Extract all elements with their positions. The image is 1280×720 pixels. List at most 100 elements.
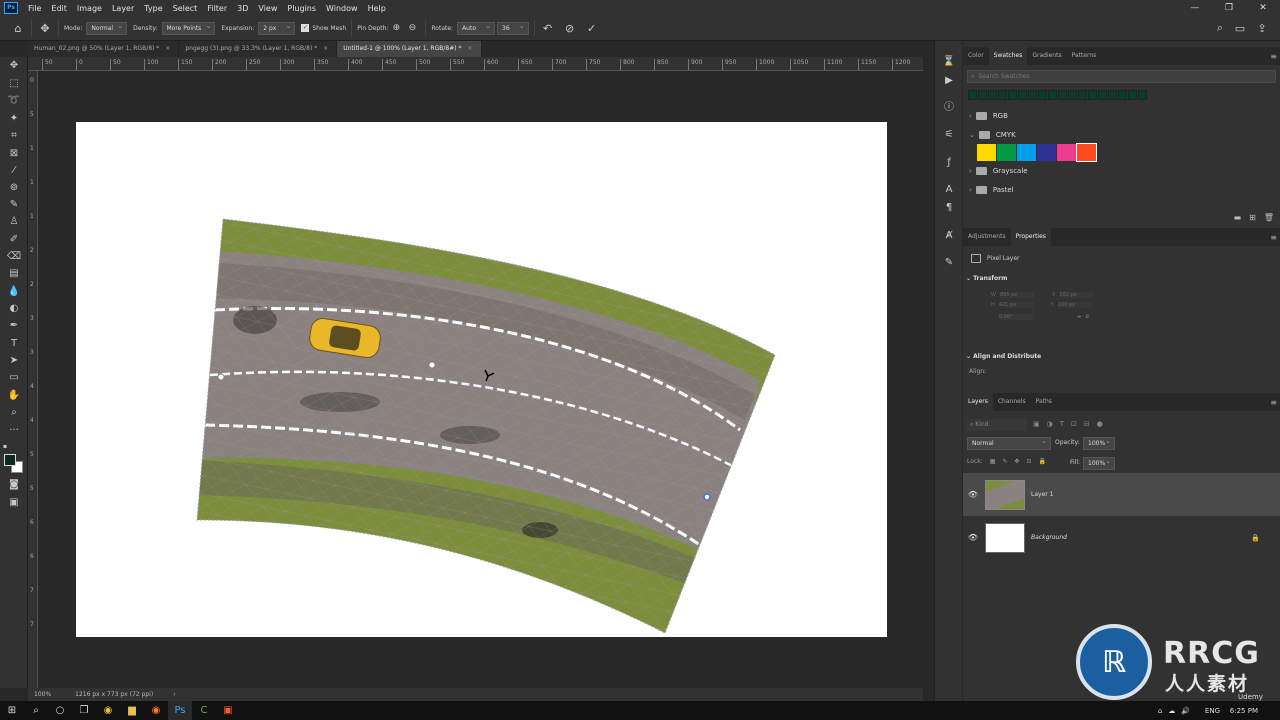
healing-brush-tool-icon[interactable]: ⊚ <box>6 181 22 195</box>
search-icon[interactable]: ⌕ <box>1212 20 1228 36</box>
history-brush-tool-icon[interactable]: ✐ <box>6 233 22 247</box>
share-icon[interactable]: ⇪ <box>1254 20 1270 36</box>
foreground-color-swatch[interactable] <box>4 454 16 466</box>
marquee-tool-icon[interactable]: ⬚ <box>6 77 22 91</box>
recent-swatch[interactable] <box>988 90 997 100</box>
recent-swatch[interactable] <box>1128 90 1137 100</box>
lock-transparent-icon[interactable]: ▦ <box>990 458 996 465</box>
filter-smart-icon[interactable]: ⊟ <box>1084 420 1090 428</box>
network-icon[interactable]: ⌂ <box>1158 707 1162 715</box>
brush-tool-icon[interactable]: ✎ <box>6 198 22 212</box>
menu-3d[interactable]: 3D <box>232 4 253 13</box>
layer-row-background[interactable]: 👁 Background 🔒 <box>963 516 1280 559</box>
tab-close-icon[interactable]: × <box>467 45 472 52</box>
swatch-folder-pastel[interactable]: › Pastel <box>963 180 1280 199</box>
recent-swatch[interactable] <box>1108 90 1117 100</box>
tab-swatches[interactable]: Swatches <box>988 47 1028 65</box>
menu-view[interactable]: View <box>253 4 282 13</box>
rectangle-tool-icon[interactable]: ▭ <box>6 371 22 385</box>
pen-tool-icon[interactable]: ✒ <box>6 319 22 333</box>
recent-swatch[interactable] <box>978 90 987 100</box>
brush-settings-icon[interactable]: ✎ <box>942 256 956 270</box>
recent-swatch[interactable] <box>1008 90 1017 100</box>
zoom-tool-icon[interactable]: ⌕ <box>6 406 22 420</box>
tab-close-icon[interactable]: × <box>165 45 170 52</box>
recent-swatch[interactable] <box>1138 90 1147 100</box>
language-indicator[interactable]: ENG <box>1205 707 1220 715</box>
actions-play-icon[interactable]: ▶ <box>942 74 956 88</box>
show-mesh-checkbox[interactable]: ✓ Show Mesh <box>301 24 346 32</box>
recent-swatch[interactable] <box>1118 90 1127 100</box>
cmyk-swatch[interactable] <box>1076 143 1097 162</box>
cmyk-swatch[interactable] <box>977 144 996 161</box>
tab-untitled-1[interactable]: Untitled-1 @ 100% (Layer 1, RGB/8#) * × <box>337 41 482 57</box>
lock-paint-icon[interactable]: ✎ <box>1002 458 1007 465</box>
tab-paths[interactable]: Paths <box>1031 393 1057 411</box>
recent-swatch[interactable] <box>998 90 1007 100</box>
swatch-folder-rgb[interactable]: › RGB <box>963 106 1280 125</box>
firefox-icon[interactable]: ◉ <box>144 701 168 720</box>
volume-icon[interactable]: 🔊 <box>1181 707 1190 715</box>
recent-swatch[interactable] <box>1038 90 1047 100</box>
workspace-icon[interactable]: ▭ <box>1232 20 1248 36</box>
filter-type-icon[interactable]: T <box>1060 420 1064 428</box>
opacity-field[interactable]: 100% <box>1083 436 1115 450</box>
photoshop-taskbar-icon[interactable]: Ps <box>168 701 192 720</box>
screen-mode-icon[interactable]: ▣ <box>6 496 22 510</box>
expansion-input[interactable]: 2 px <box>258 21 296 35</box>
cmyk-swatch[interactable] <box>997 144 1016 161</box>
menu-layer[interactable]: Layer <box>107 4 139 13</box>
lock-move-icon[interactable]: ✥ <box>1014 458 1019 465</box>
recent-swatch[interactable] <box>1088 90 1097 100</box>
cmyk-swatch[interactable] <box>1037 144 1056 161</box>
layer-filter-kind[interactable]: ⌕ Kind <box>967 419 1027 431</box>
angle-field[interactable]: 0.00° <box>999 314 1033 320</box>
home-icon[interactable]: ⌂ <box>10 20 26 36</box>
chrome-icon[interactable]: ◉ <box>96 701 120 720</box>
clock[interactable]: 6:25 PM <box>1230 707 1258 715</box>
recent-swatch[interactable] <box>1058 90 1067 100</box>
transform-section[interactable]: ⌄ Transform <box>966 275 1007 282</box>
filter-shape-icon[interactable]: ⊡ <box>1071 420 1077 428</box>
lock-artboard-icon[interactable]: ⊡ <box>1026 458 1031 465</box>
search-icon[interactable]: ⌕ <box>24 701 48 720</box>
minimize-icon[interactable]: — <box>1178 0 1212 16</box>
tab-color[interactable]: Color <box>963 47 989 65</box>
recent-swatch[interactable] <box>1098 90 1107 100</box>
restore-icon[interactable]: ❐ <box>1212 0 1246 16</box>
commit-check-icon[interactable]: ✓ <box>584 20 600 36</box>
swatch-folder-cmyk[interactable]: ⌄ CMYK <box>963 125 1280 144</box>
crop-tool-icon[interactable]: ⌗ <box>6 129 22 143</box>
panel-menu-icon[interactable]: ≡ <box>1270 233 1277 242</box>
clone-stamp-tool-icon[interactable]: ♙ <box>6 215 22 229</box>
tab-channels[interactable]: Channels <box>993 393 1031 411</box>
cmyk-swatch[interactable] <box>1017 144 1036 161</box>
x-field[interactable]: 182 px <box>1059 292 1094 298</box>
menu-edit[interactable]: Edit <box>46 4 72 13</box>
cmyk-swatch[interactable] <box>1057 144 1076 161</box>
align-section[interactable]: ⌄ Align and Distribute <box>966 353 1041 360</box>
tab-layers[interactable]: Layers <box>963 393 993 411</box>
camtasia-icon[interactable]: C <box>192 701 216 720</box>
tab-pngegg[interactable]: pngegg (3).png @ 33.3% (Layer 1, RGB/8) … <box>179 41 338 57</box>
menu-help[interactable]: Help <box>363 4 391 13</box>
flip-horizontal-icon[interactable]: ⇹ <box>1077 314 1081 320</box>
paragraph-icon[interactable]: ¶ <box>942 201 956 215</box>
recent-swatch[interactable] <box>1018 90 1027 100</box>
recorder-icon[interactable]: ▣ <box>216 701 240 720</box>
tab-close-icon[interactable]: × <box>323 45 328 52</box>
windows-start-icon[interactable]: ⊞ <box>0 701 24 720</box>
status-arrow-icon[interactable]: › <box>173 691 175 698</box>
layer-row-layer-1[interactable]: 👁 Layer 1 <box>963 473 1280 516</box>
zoom-level[interactable]: 100% <box>34 691 51 698</box>
close-icon[interactable]: ✕ <box>1246 0 1280 16</box>
eyedropper-tool-icon[interactable]: ⁄ <box>6 164 22 178</box>
density-select[interactable]: More Points <box>161 21 216 35</box>
undo-icon[interactable]: ↶ <box>540 20 556 36</box>
explorer-icon[interactable]: ▆ <box>120 701 144 720</box>
frame-tool-icon[interactable]: ⊠ <box>6 147 22 161</box>
blur-tool-icon[interactable]: 💧 <box>6 285 22 299</box>
tab-properties[interactable]: Properties <box>1010 228 1051 246</box>
menu-filter[interactable]: Filter <box>202 4 232 13</box>
recent-swatch[interactable] <box>1068 90 1077 100</box>
